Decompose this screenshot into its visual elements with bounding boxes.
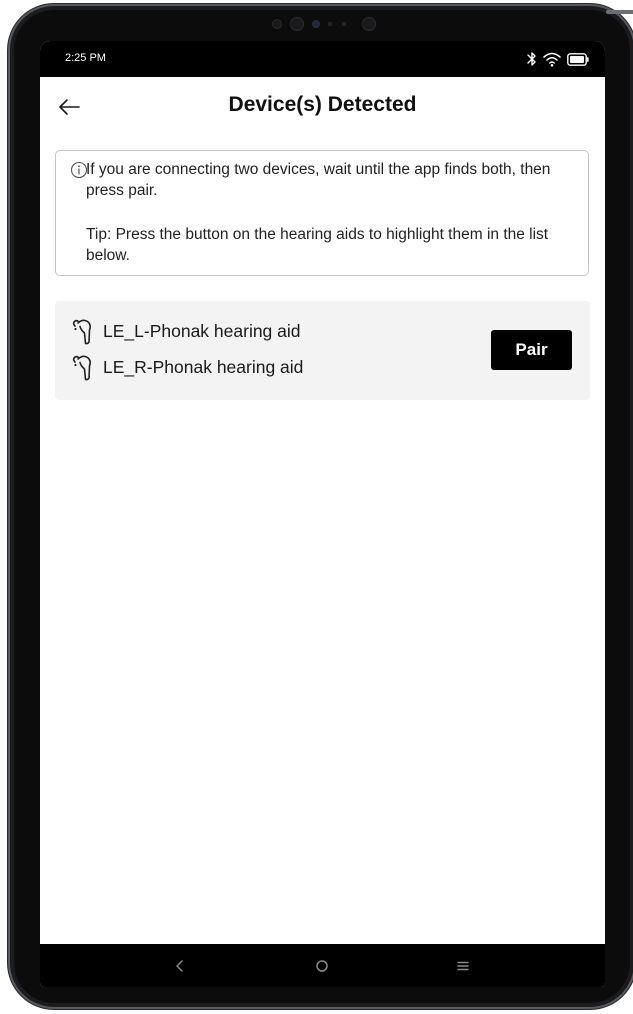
nav-home-button[interactable] — [307, 953, 337, 979]
nav-back-icon — [176, 960, 183, 972]
sensor-dot-small — [342, 22, 346, 26]
device-name: LE_L-Phonak hearing aid — [103, 320, 301, 341]
hearing-aid-icon — [72, 319, 91, 345]
device-name: LE_R-Phonak hearing aid — [103, 356, 304, 377]
nav-home-icon — [316, 960, 328, 972]
battery-icon — [567, 52, 589, 66]
info-box: If you are connecting two devices, wait … — [55, 150, 589, 276]
app-header: Device(s) Detected — [40, 77, 605, 137]
device-item-right: LE_R-Phonak hearing aid — [70, 352, 303, 382]
app-screen: 2:25 PM Device(s) Detected If you are co… — [40, 41, 605, 987]
wifi-icon — [543, 52, 561, 67]
nav-menu-icon — [457, 961, 469, 971]
hearing-aid-icon — [72, 355, 91, 381]
camera-lens — [290, 17, 304, 31]
camera-bar — [272, 16, 382, 32]
device-list-card: LE_L-Phonak hearing aid LE_R-Phonak hear… — [55, 301, 590, 400]
pair-button[interactable]: Pair — [491, 330, 572, 370]
power-button — [606, 10, 633, 14]
camera-lens-2 — [362, 17, 376, 31]
system-nav-bar — [40, 944, 605, 987]
nav-menu-button[interactable] — [448, 953, 478, 979]
device-item-left: LE_L-Phonak hearing aid — [70, 316, 301, 346]
status-bar: 2:25 PM — [40, 41, 605, 77]
sensor-dot — [272, 19, 282, 29]
sensor-dot-small — [328, 22, 332, 26]
info-paragraph-tip: Tip: Press the button on the hearing aid… — [86, 226, 549, 264]
info-paragraph-connect: If you are connecting two devices, wait … — [86, 161, 551, 199]
nav-back-button[interactable] — [165, 953, 195, 979]
status-icons — [527, 50, 589, 68]
camera-indicator — [312, 20, 320, 28]
page-title: Device(s) Detected — [228, 93, 417, 116]
status-time: 2:25 PM — [65, 52, 106, 64]
bluetooth-icon — [527, 52, 536, 66]
